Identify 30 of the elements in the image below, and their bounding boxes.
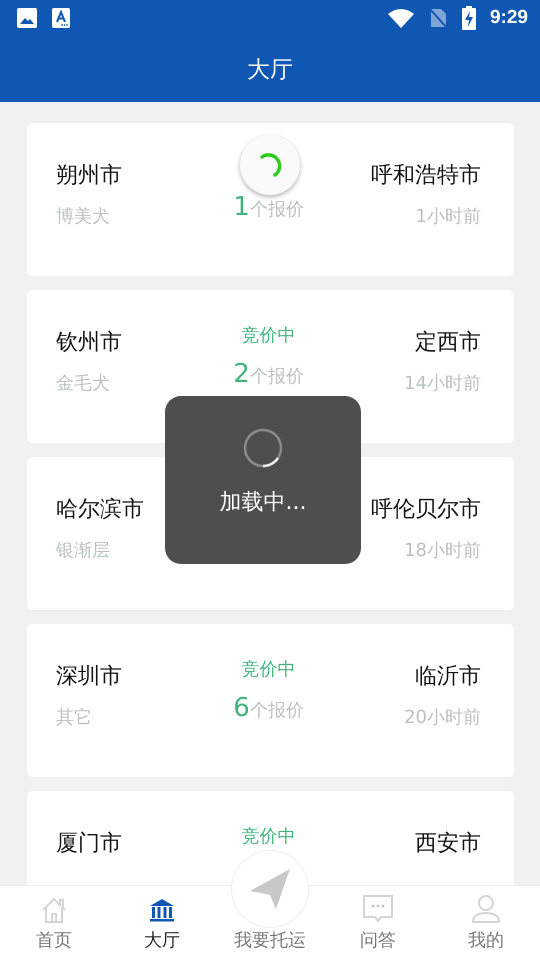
origin-city: 厦门市 xyxy=(56,830,122,858)
destination-city: 呼伦贝尔市 xyxy=(371,496,482,524)
pet-breed: 博美犬 xyxy=(56,205,110,229)
origin-city: 深圳市 xyxy=(56,663,122,691)
destination-city: 西安市 xyxy=(415,830,482,858)
destination-city: 临沂市 xyxy=(415,663,482,691)
quote-label: 个报价 xyxy=(250,699,304,722)
origin-city: 朔州市 xyxy=(56,162,122,190)
bidding-status: 竞价中 xyxy=(242,324,296,348)
pet-breed: 金毛犬 xyxy=(56,372,110,396)
bidding-status: 竞价中 xyxy=(242,658,296,682)
posted-time: 18小时前 xyxy=(404,539,482,563)
quote-count: 1 xyxy=(233,192,250,222)
page-title: 大厅 xyxy=(247,56,293,84)
quote-label: 个报价 xyxy=(250,198,304,221)
origin-city: 哈尔滨市 xyxy=(56,496,144,524)
quote-label: 个报价 xyxy=(250,365,304,388)
pet-breed: 其它 xyxy=(56,706,92,730)
posted-time: 1小时前 xyxy=(416,205,482,229)
quote-count: 6 xyxy=(233,693,250,723)
clock: 9:29 xyxy=(490,7,528,29)
bidding-status: 竞价中 xyxy=(242,825,296,849)
origin-city: 钦州市 xyxy=(56,329,122,357)
quote-count: 2 xyxy=(233,359,250,389)
posted-time: 20小时前 xyxy=(404,706,482,730)
posted-time: 14小时前 xyxy=(404,372,482,396)
pet-breed: 银渐层 xyxy=(56,539,110,563)
loading-text: 加载中... xyxy=(220,489,306,517)
destination-city: 呼和浩特市 xyxy=(371,162,482,190)
destination-city: 定西市 xyxy=(415,329,482,357)
